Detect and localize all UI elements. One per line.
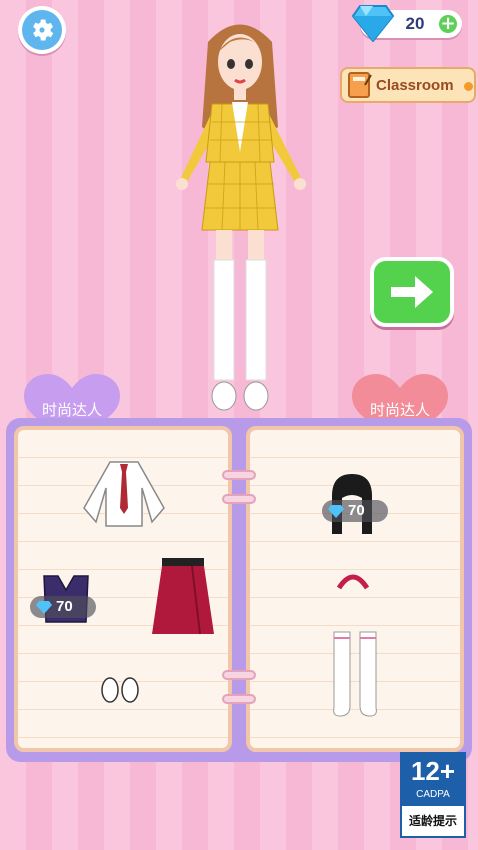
character-doll xyxy=(176,24,306,411)
notification-dot xyxy=(464,82,473,91)
binder-ring xyxy=(222,694,256,704)
gem-icon xyxy=(36,600,52,614)
classroom-label: Classroom xyxy=(376,77,454,94)
age-rating-value: 12+ xyxy=(410,756,456,786)
book-icon xyxy=(348,72,372,98)
tab-right-label: 时尚达人 xyxy=(369,401,430,419)
binder-ring xyxy=(222,470,256,480)
binder-ring xyxy=(222,670,256,680)
tab-left-label: 时尚达人 xyxy=(41,401,102,419)
price-tag: 70 xyxy=(30,596,96,618)
arrow-right-icon xyxy=(391,276,433,308)
item-white-shoes[interactable] xyxy=(100,674,140,704)
add-gems-button[interactable]: + xyxy=(437,13,459,35)
item-red-skirt[interactable] xyxy=(148,556,218,638)
gear-icon xyxy=(33,19,54,41)
settings-button[interactable] xyxy=(18,6,66,54)
price-value: 70 xyxy=(56,598,73,615)
age-rating-note: 适龄提示 xyxy=(408,814,457,828)
binder-ring xyxy=(222,494,256,504)
age-rating-badge: 12+ CADPA 适龄提示 xyxy=(400,752,466,838)
item-knee-socks[interactable] xyxy=(330,630,380,720)
gem-icon xyxy=(352,5,394,42)
item-shirt[interactable] xyxy=(80,458,168,528)
gem-icon xyxy=(328,504,344,518)
age-rating-org: CADPA xyxy=(416,789,450,800)
price-value: 70 xyxy=(348,502,365,519)
item-headband[interactable] xyxy=(336,570,370,590)
gem-count: 20 xyxy=(405,14,425,33)
next-button[interactable] xyxy=(370,257,454,327)
price-tag: 70 xyxy=(322,500,388,522)
